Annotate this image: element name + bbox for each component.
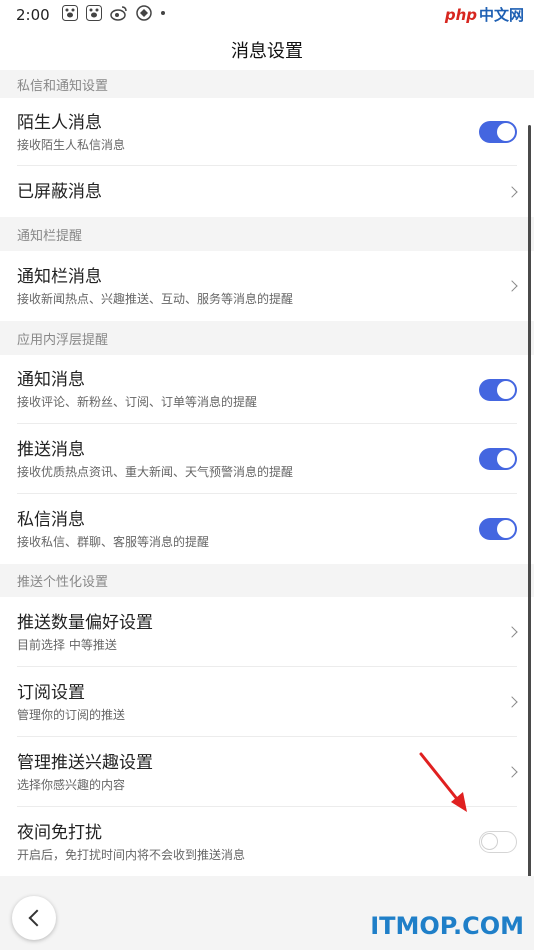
- dot-icon: [160, 5, 166, 25]
- paw-icon: [61, 5, 78, 25]
- row-subtitle: 开启后，免打扰时间内将不会收到推送消息: [17, 847, 246, 862]
- night-do-not-disturb-toggle[interactable]: [479, 831, 517, 853]
- section-header: 私信和通知设置: [0, 70, 534, 98]
- row-title: 订阅设置: [17, 682, 85, 703]
- back-button[interactable]: [12, 896, 56, 940]
- section-header: 推送个性化设置: [0, 564, 534, 597]
- row-stranger-messages[interactable]: 陌生人消息 接收陌生人私信消息: [0, 98, 534, 166]
- toggle-knob: [497, 123, 515, 141]
- row-title: 通知栏消息: [17, 266, 102, 287]
- row-title: 陌生人消息: [17, 112, 102, 133]
- toggle-knob: [497, 450, 515, 468]
- section-header: 应用内浮层提醒: [0, 321, 534, 355]
- weibo-icon: [109, 5, 128, 25]
- watermark-php: php: [444, 5, 477, 24]
- footer: ITMOP.COM: [0, 876, 534, 950]
- scrollbar[interactable]: [528, 125, 531, 940]
- row-title: 夜间免打扰: [17, 822, 102, 843]
- section-header: 通知栏提醒: [0, 217, 534, 251]
- row-blocked-messages[interactable]: 已屏蔽消息: [0, 166, 534, 217]
- row-subtitle: 目前选择 中等推送: [17, 637, 117, 652]
- row-subtitle: 接收陌生人私信消息: [17, 137, 126, 152]
- notification-messages-toggle[interactable]: [479, 378, 517, 401]
- toggle-knob: [497, 520, 515, 538]
- watermark-bottom: ITMOP.COM: [370, 912, 524, 940]
- stranger-messages-toggle[interactable]: [479, 121, 517, 143]
- row-notification-messages[interactable]: 通知消息 接收评论、新粉丝、订阅、订单等消息的提醒: [0, 355, 534, 424]
- row-title: 已屏蔽消息: [17, 181, 102, 202]
- row-subscription-settings[interactable]: 订阅设置 管理你的订阅的推送: [0, 667, 534, 737]
- row-subtitle: 接收评论、新粉丝、订阅、订单等消息的提醒: [17, 395, 258, 409]
- status-time: 2:00: [16, 6, 50, 24]
- row-subtitle: 接收私信、群聊、客服等消息的提醒: [17, 534, 210, 549]
- row-title: 推送数量偏好设置: [17, 612, 153, 633]
- row-title: 推送消息: [17, 439, 85, 460]
- push-messages-toggle[interactable]: [479, 448, 517, 470]
- annotation-arrow-icon: [419, 752, 467, 812]
- row-subtitle: 接收优质热点资讯、重大新闻、天气预警消息的提醒: [17, 464, 294, 479]
- row-push-messages[interactable]: 推送消息 接收优质热点资讯、重大新闻、天气预警消息的提醒: [0, 424, 534, 494]
- status-bar: 2:00 php 中文网: [0, 0, 534, 30]
- toggle-knob: [481, 833, 498, 850]
- row-title: 通知消息: [17, 370, 85, 390]
- row-subtitle: 管理你的订阅的推送: [17, 707, 126, 722]
- sync-icon: [135, 5, 152, 25]
- private-messages-toggle[interactable]: [479, 518, 517, 540]
- watermark-cn: 中文网: [478, 6, 524, 24]
- toggle-knob: [497, 380, 515, 399]
- row-notification-bar-messages[interactable]: 通知栏消息 接收新闻热点、兴趣推送、互动、服务等消息的提醒: [0, 251, 534, 321]
- watermark-top: php 中文网: [445, 4, 524, 25]
- paw-icon: [85, 5, 102, 25]
- row-push-quantity-preference[interactable]: 推送数量偏好设置 目前选择 中等推送: [0, 597, 534, 667]
- row-subtitle: 接收新闻热点、兴趣推送、互动、服务等消息的提醒: [17, 291, 294, 306]
- row-title: 私信消息: [17, 509, 85, 530]
- row-private-messages[interactable]: 私信消息 接收私信、群聊、客服等消息的提醒: [0, 494, 534, 564]
- page-title: 消息设置: [231, 41, 303, 62]
- header: 消息设置: [0, 30, 534, 70]
